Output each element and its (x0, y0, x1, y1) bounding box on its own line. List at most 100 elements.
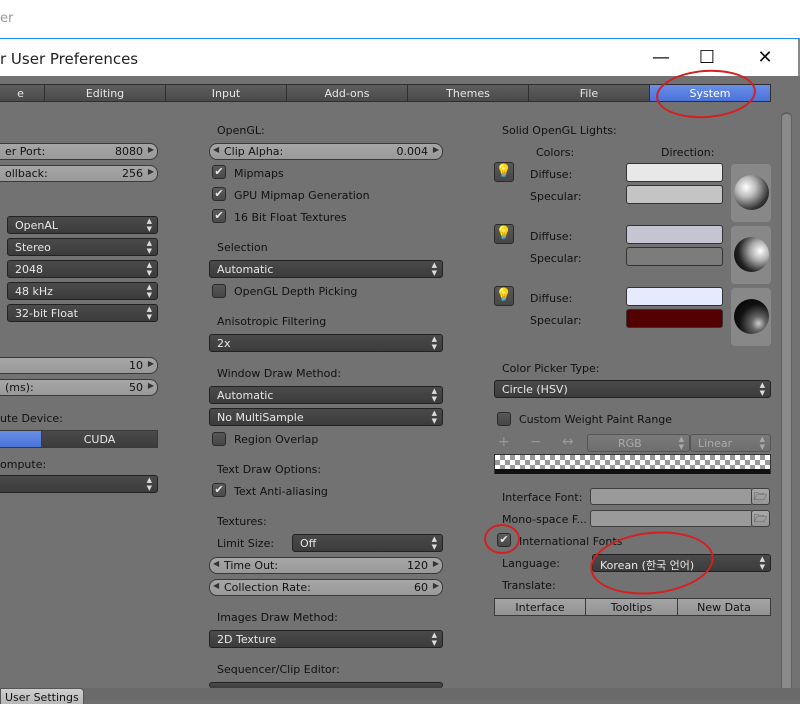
updown-icon: ▲ ▼ (146, 476, 152, 492)
clip-alpha-field[interactable]: Clip Alpha: 0.004 ◀ ▶ (209, 143, 443, 160)
minimize-button[interactable]: — (638, 39, 684, 76)
compute-cuda-button[interactable]: CUDA (41, 430, 158, 448)
annotation-circle-checkbox (484, 524, 520, 554)
mipmaps-label: Mipmaps (234, 167, 284, 180)
numeric-field-b[interactable]: (ms): 50 ▶ (0, 379, 158, 396)
updown-icon: ▲ ▼ (759, 381, 765, 397)
light-2-specular-label: Specular: (530, 252, 582, 265)
ramp-flip-icon[interactable]: ↔ (562, 434, 574, 450)
light-1-sphere[interactable] (734, 175, 769, 210)
time-out-field[interactable]: Time Out: 120 ◀ ▶ (209, 557, 443, 574)
light-1-specular-label: Specular: (530, 190, 582, 203)
updown-icon: ▲ ▼ (759, 555, 765, 571)
tab-editing[interactable]: Editing (44, 84, 166, 102)
increment-arrow-icon[interactable]: ▶ (433, 559, 439, 568)
mono-font-input[interactable] (590, 510, 753, 527)
ramp-interpolation-select[interactable]: Linear ▲ ▼ (690, 434, 771, 452)
color-picker-label: Color Picker Type: (502, 362, 600, 375)
gpu-mipmap-checkbox[interactable]: ✔ (212, 187, 226, 201)
compute-device-select[interactable]: ▲ ▼ (0, 475, 158, 493)
user-settings-button[interactable]: User Settings (0, 688, 84, 704)
collection-rate-field[interactable]: Collection Rate: 60 ◀ ▶ (209, 579, 443, 596)
light-1-specular-color[interactable] (626, 185, 723, 204)
light-2-sphere[interactable] (734, 237, 769, 272)
images-draw-select[interactable]: 2D Texture ▲ ▼ (209, 630, 443, 648)
interface-font-browse-button[interactable]: 🗁 (751, 488, 770, 505)
light-2-diffuse-color[interactable] (626, 225, 723, 244)
mono-font-label: Mono-space F... (502, 513, 587, 526)
increment-arrow-icon[interactable]: ▶ (148, 167, 154, 176)
light-1-direction[interactable] (731, 164, 771, 222)
tab-interface[interactable]: e (0, 84, 45, 102)
depth-picking-checkbox[interactable] (212, 284, 226, 298)
server-port-field[interactable]: er Port: 8080 ▶ (0, 143, 158, 160)
light-1-toggle[interactable]: 💡 (494, 162, 514, 182)
light-2-specular-color[interactable] (626, 247, 723, 266)
mixing-buffer-select[interactable]: 2048 ▲ ▼ (7, 260, 158, 278)
scrollbar-thumb[interactable] (782, 114, 791, 692)
opengl-header: OpenGL: (217, 124, 265, 137)
light-3-toggle[interactable]: 💡 (494, 286, 514, 306)
language-label: Language: (502, 557, 560, 570)
text-antialias-checkbox[interactable]: ✔ (212, 483, 226, 497)
light-1-diffuse-color[interactable] (626, 163, 723, 182)
background-window-strip (0, 0, 800, 38)
light-2-toggle[interactable]: 💡 (494, 224, 514, 244)
maximize-icon: ☐ (698, 47, 716, 68)
colors-header: Colors: (536, 146, 575, 159)
region-overlap-checkbox[interactable] (212, 432, 226, 446)
tab-input[interactable]: Input (165, 84, 287, 102)
ramp-add-icon[interactable]: + (498, 434, 510, 450)
window-draw-select[interactable]: Automatic ▲ ▼ (209, 386, 443, 404)
numeric-field-a[interactable]: 10 ▶ (0, 357, 158, 374)
interface-font-input[interactable] (590, 488, 753, 505)
close-button[interactable]: ✕ (742, 39, 788, 76)
tab-themes[interactable]: Themes (407, 84, 529, 102)
translate-new-data-button[interactable]: New Data (677, 598, 771, 616)
translate-tooltips-button[interactable]: Tooltips (585, 598, 678, 616)
compute-none-button[interactable] (0, 430, 42, 448)
float-textures-label: 16 Bit Float Textures (234, 211, 347, 224)
increment-arrow-icon[interactable]: ▶ (148, 145, 154, 154)
light-3-direction[interactable] (731, 288, 771, 346)
rollback-field[interactable]: ollback: 256 ▶ (0, 165, 158, 182)
text-antialias-label: Text Anti-aliasing (234, 485, 328, 498)
float-textures-checkbox[interactable]: ✔ (212, 209, 226, 223)
ramp-color-mode-select[interactable]: RGB ▲ ▼ (587, 434, 690, 452)
tab-addons[interactable]: Add-ons (286, 84, 408, 102)
limit-size-select[interactable]: Off ▲ ▼ (292, 534, 443, 552)
updown-icon: ▲ ▼ (146, 217, 152, 233)
background-window-title: er (0, 11, 14, 26)
light-3-diffuse-color[interactable] (626, 287, 723, 306)
mono-font-browse-button[interactable]: 🗁 (751, 510, 770, 527)
tab-file[interactable]: File (528, 84, 650, 102)
title-bar[interactable]: r User Preferences — ☐ ✕ (0, 38, 800, 76)
light-2-direction[interactable] (731, 226, 771, 284)
light-3-specular-color[interactable] (626, 309, 723, 328)
multisample-select[interactable]: No MultiSample ▲ ▼ (209, 408, 443, 426)
sample-rate-select[interactable]: 48 kHz ▲ ▼ (7, 282, 158, 300)
selection-select[interactable]: Automatic ▲ ▼ (209, 260, 443, 278)
increment-arrow-icon[interactable]: ▶ (433, 581, 439, 590)
interface-font-label: Interface Font: (502, 491, 583, 504)
weight-color-ramp[interactable] (494, 454, 771, 474)
custom-weight-checkbox[interactable] (497, 412, 511, 426)
ramp-remove-icon[interactable]: − (530, 434, 542, 450)
translate-interface-button[interactable]: Interface (494, 598, 586, 616)
light-3-sphere[interactable] (734, 299, 769, 334)
increment-arrow-icon[interactable]: ▶ (433, 145, 439, 154)
mipmaps-checkbox[interactable]: ✔ (212, 165, 226, 179)
color-picker-select[interactable]: Circle (HSV) ▲ ▼ (494, 380, 771, 398)
translate-label: Translate: (502, 579, 556, 592)
increment-arrow-icon[interactable]: ▶ (148, 359, 154, 368)
sample-format-select[interactable]: 32-bit Float ▲ ▼ (7, 304, 158, 322)
increment-arrow-icon[interactable]: ▶ (148, 381, 154, 390)
anisotropic-select[interactable]: 2x ▲ ▼ (209, 334, 443, 352)
minimize-icon: — (652, 47, 670, 68)
decrement-arrow-icon[interactable]: ◀ (213, 559, 219, 568)
audio-device-select[interactable]: OpenAL ▲ ▼ (7, 216, 158, 234)
decrement-arrow-icon[interactable]: ◀ (213, 145, 219, 154)
channels-select[interactable]: Stereo ▲ ▼ (7, 238, 158, 256)
decrement-arrow-icon[interactable]: ◀ (213, 581, 219, 590)
window-draw-header: Window Draw Method: (217, 367, 342, 380)
